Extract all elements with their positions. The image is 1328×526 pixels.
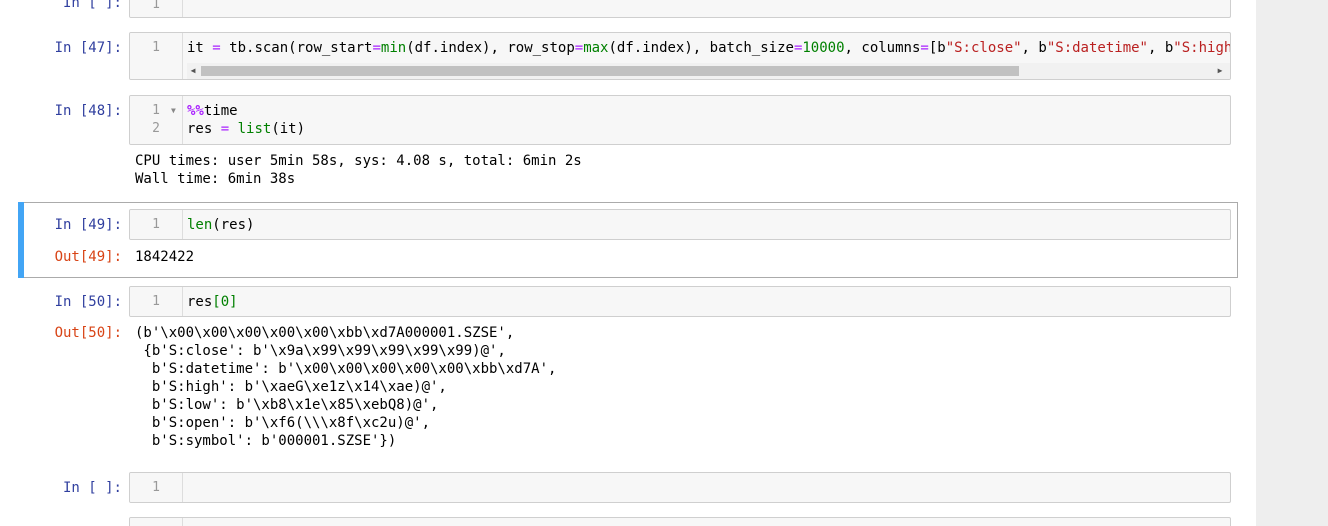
scrollbar-thumb[interactable] [201, 66, 1019, 76]
code-token: = [220, 121, 230, 137]
code-token: "S:close" [945, 40, 1022, 56]
code-token: 10000 [802, 40, 845, 56]
cell-prompt: In [ ]: [62, 0, 122, 11]
code-token: tb.scan(row_start [220, 40, 373, 56]
output-line: CPU times: user 5min 58s, sys: 4.08 s, t… [135, 153, 582, 169]
output-line: b'S:high': b'\xaeG\xe1z\x14\xae)@', [135, 379, 447, 395]
code-token: = [920, 40, 929, 56]
code-token: min [380, 40, 407, 56]
output-line: {b'S:close': b'\x9a\x99\x99\x99\x99\x99)… [135, 343, 506, 359]
code-token: [b [928, 40, 946, 56]
horizontal-scrollbar[interactable]: ◀ ▶ [187, 63, 1230, 79]
code-token: [0] [212, 294, 238, 310]
page-background-gutter [1256, 0, 1328, 526]
code-token: res [187, 294, 213, 310]
code-token: (df.index), row_stop [406, 40, 575, 56]
code-cell-input[interactable]: 1 [129, 472, 1231, 503]
code-cell-input[interactable]: 1 ▼ 2 %%time res = list(it) [129, 95, 1231, 145]
line-number: 1 [152, 40, 160, 55]
line-number-gutter: 1 ▼ 2 [130, 96, 183, 144]
code-cell-input[interactable]: 1 len(res) [129, 209, 1231, 240]
code-token: max [583, 40, 609, 56]
code-cell-input[interactable]: 1 res[0] [129, 286, 1231, 317]
code-token: , b [1148, 40, 1174, 56]
line-number-gutter [130, 518, 183, 526]
line-number-gutter: 1 [130, 210, 183, 239]
output-line: 1842422 [135, 249, 195, 265]
code-token: list [237, 121, 272, 137]
line-number-gutter: 1 [130, 473, 183, 502]
line-number: 1 [152, 0, 160, 12]
line-number-gutter: 1 [130, 0, 183, 17]
selection-indicator [18, 202, 24, 278]
output-line: b'S:low': b'\xb8\x1e\x85\xebQ8)@', [135, 397, 439, 413]
cell-prompt: In [48]: [54, 103, 122, 119]
code-token: (res) [212, 217, 255, 233]
code-token: "S:high" [1173, 40, 1230, 56]
code-line[interactable]: %%time [187, 102, 238, 120]
code-token: %% [187, 103, 204, 119]
code-token: , columns [844, 40, 921, 56]
code-token: "S:datetime" [1046, 40, 1148, 56]
cell-prompt: In [ ]: [62, 480, 122, 496]
line-number: 1 [152, 294, 160, 309]
code-token: res [187, 121, 221, 137]
cell-prompt: In [49]: [54, 217, 122, 233]
code-cell-input[interactable]: 1 [129, 0, 1231, 18]
notebook-container: In [ ]: 1 In [47]: 1 it = tb.scan(row_st… [0, 0, 1256, 526]
output-line: b'S:open': b'\xf6(\\\x8f\xc2u)@', [135, 415, 431, 431]
output-line: Wall time: 6min 38s [135, 171, 296, 187]
code-line[interactable]: res[0] [187, 293, 238, 311]
cell-prompt: In [50]: [54, 294, 122, 310]
code-token: it [187, 40, 213, 56]
code-line[interactable]: it = tb.scan(row_start=min(df.index), ro… [187, 39, 1230, 57]
code-line[interactable]: len(res) [187, 216, 254, 234]
code-token: len [187, 217, 213, 233]
line-number: 1 [152, 103, 160, 118]
code-token: time [203, 103, 238, 119]
code-token: (df.index), batch_size [608, 40, 794, 56]
scroll-left-icon[interactable]: ◀ [187, 63, 199, 79]
code-token: = [372, 40, 381, 56]
output-line: b'S:symbol': b'000001.SZSE'}) [135, 433, 397, 449]
code-token: = [212, 40, 221, 56]
cell-prompt: In [47]: [54, 40, 122, 56]
line-number-gutter: 1 [130, 287, 183, 316]
line-number: 1 [152, 217, 160, 232]
scroll-right-icon[interactable]: ▶ [1214, 63, 1226, 79]
output-prompt: Out[50]: [54, 325, 122, 341]
output-line: (b'\x00\x00\x00\x00\x00\xbb\xd7A000001.S… [135, 325, 515, 341]
code-token: (it) [271, 121, 306, 137]
line-number: 1 [152, 480, 160, 495]
code-line[interactable]: res = list(it) [187, 120, 305, 138]
line-number: 2 [152, 121, 160, 136]
output-prompt: Out[49]: [54, 249, 122, 265]
output-line: b'S:datetime': b'\x00\x00\x00\x00\x00\xb… [135, 361, 557, 377]
code-token: = [574, 40, 584, 56]
code-cell-input[interactable] [129, 517, 1231, 526]
line-number-gutter: 1 [130, 33, 183, 79]
code-token: , b [1021, 40, 1047, 56]
code-cell-input[interactable]: 1 it = tb.scan(row_start=min(df.index), … [129, 32, 1231, 80]
fold-arrow-icon[interactable]: ▼ [171, 102, 176, 120]
